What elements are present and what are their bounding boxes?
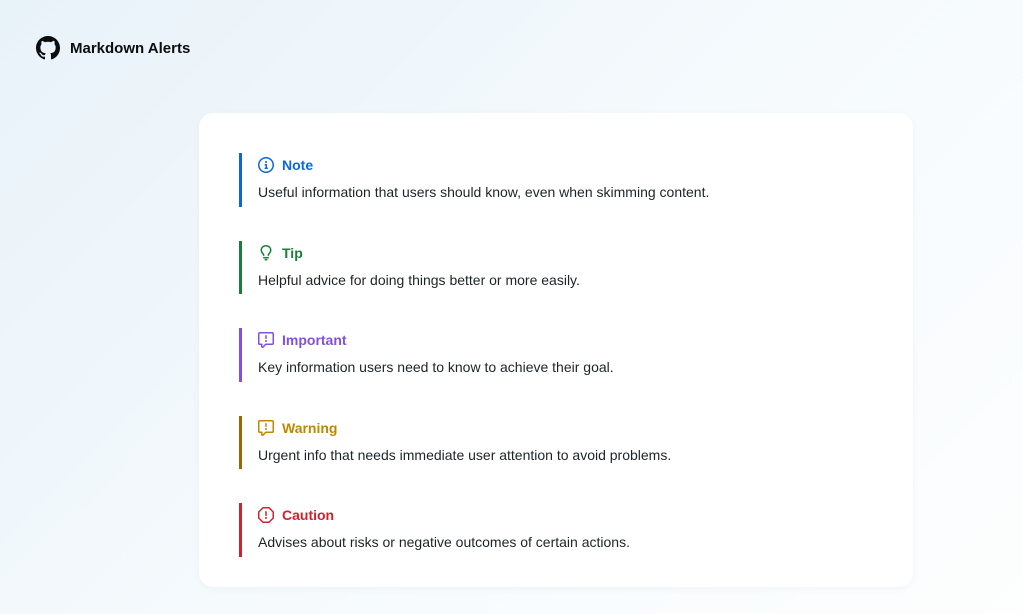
alert-title: Important: [282, 332, 347, 348]
alert-title: Tip: [282, 245, 303, 261]
alert-header: Caution: [258, 507, 873, 523]
lightbulb-icon: [258, 245, 274, 261]
alert-header: Note: [258, 157, 873, 173]
stop-icon: [258, 507, 274, 523]
alert-important: Important Key information users need to …: [239, 328, 873, 382]
alert-header: Warning: [258, 420, 873, 436]
alert-body: Urgent info that needs immediate user at…: [258, 446, 873, 466]
message-icon: [258, 332, 274, 348]
alert-tip: Tip Helpful advice for doing things bett…: [239, 241, 873, 295]
page-title: Markdown Alerts: [70, 40, 190, 57]
alert-body: Key information users need to know to ac…: [258, 358, 873, 378]
page-header: Markdown Alerts: [0, 0, 1023, 60]
alert-header: Important: [258, 332, 873, 348]
alert-caution: Caution Advises about risks or negative …: [239, 503, 873, 557]
alert-warning: Warning Urgent info that needs immediate…: [239, 416, 873, 470]
alerts-card: Note Useful information that users shoul…: [199, 113, 913, 587]
alert-body: Helpful advice for doing things better o…: [258, 271, 873, 291]
alert-note: Note Useful information that users shoul…: [239, 153, 873, 207]
alert-header: Tip: [258, 245, 873, 261]
alert-title: Warning: [282, 420, 337, 436]
alert-body: Useful information that users should kno…: [258, 183, 873, 203]
warning-icon: [258, 420, 274, 436]
github-logo-icon: [36, 36, 60, 60]
alert-title: Note: [282, 157, 313, 173]
info-icon: [258, 157, 274, 173]
alert-title: Caution: [282, 507, 334, 523]
alert-body: Advises about risks or negative outcomes…: [258, 533, 873, 553]
